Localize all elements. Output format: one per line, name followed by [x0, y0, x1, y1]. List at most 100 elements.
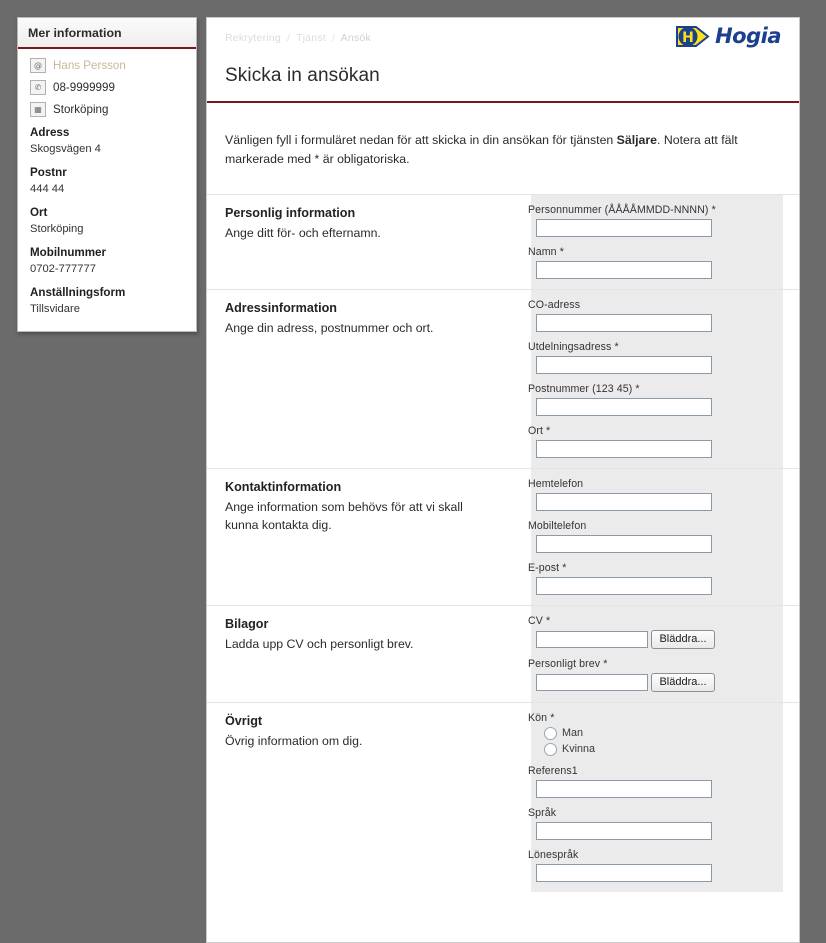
form-field: Personnummer (ÅÅÅÅMMDD-NNNN) * [528, 204, 799, 237]
radio-circle-icon[interactable] [544, 742, 557, 756]
form-section-desc: Ange information som behövs för att vi s… [225, 499, 463, 532]
form-section-desc: Ladda upp CV och personligt brev. [225, 636, 414, 651]
info-field: Postnr 444 44 [30, 165, 186, 197]
svg-text:H: H [682, 30, 694, 46]
radio-circle-icon[interactable] [544, 726, 557, 740]
info-field-label: Ort [30, 206, 48, 219]
intro-text: Vänligen fyll i formuläret nedan för att… [225, 115, 755, 181]
breadcrumb-item-rekrytering[interactable]: Rekrytering [225, 32, 281, 44]
text-input[interactable] [536, 218, 712, 237]
text-input[interactable] [536, 576, 712, 595]
contact-line: ▦ Storköping [30, 102, 186, 117]
breadcrumb-separator: / [287, 32, 291, 44]
form-section-title: Bilagor [225, 616, 269, 631]
text-input[interactable] [536, 863, 712, 882]
form-section: Bilagor Ladda upp CV och personligt brev.… [207, 604, 799, 702]
text-input[interactable] [536, 821, 712, 840]
field-label: Kön * [528, 711, 555, 724]
info-field-value: 444 44 [30, 183, 65, 195]
radio-option[interactable]: Man [544, 726, 799, 740]
form-field: Kön * Man Kvinna [528, 712, 799, 756]
info-field-label: Adress [30, 126, 70, 139]
field-label: Lönespråk [528, 848, 579, 861]
form-section-title: Adressinformation [225, 300, 337, 315]
form-section-fields: Personnummer (ÅÅÅÅMMDD-NNNN) * Namn * [512, 195, 799, 289]
text-input[interactable] [536, 397, 712, 416]
field-label: Mobiltelefon [528, 519, 587, 532]
radio-option[interactable]: Kvinna [544, 742, 799, 756]
field-label: Utdelningsadress * [528, 340, 619, 353]
phone-icon: ✆ [30, 80, 46, 95]
form-section-description: Kontaktinformation Ange information som b… [207, 469, 512, 605]
form-field: Utdelningsadress * [528, 341, 799, 374]
text-input[interactable] [536, 355, 712, 374]
info-field: Mobilnummer 0702-777777 [30, 245, 186, 277]
form-section-title: Kontaktinformation [225, 479, 342, 494]
info-field-value: Storköping [30, 223, 84, 235]
info-field-value: Tillsvidare [30, 303, 80, 315]
form-field: Personligt brev * Bläddra... [528, 658, 799, 692]
form-section-title: Personlig information [225, 205, 356, 220]
info-field: Ort Storköping [30, 205, 186, 237]
form-section-desc: Ange ditt för- och efternamn. [225, 225, 381, 240]
title-rule-divider [207, 101, 799, 103]
form-field: Språk [528, 807, 799, 840]
contact-value: Storköping [53, 103, 109, 116]
form-section-description: Bilagor Ladda upp CV och personligt brev. [207, 606, 512, 702]
form-section-fields: Hemtelefon Mobiltelefon E-post * [512, 469, 799, 605]
form-field: CV * Bläddra... [528, 615, 799, 649]
radio-label: Kvinna [562, 743, 596, 756]
form-field: E-post * [528, 562, 799, 595]
hogia-logo[interactable]: H Hogia [676, 23, 781, 50]
contact-line: @ Hans Persson [30, 58, 186, 73]
form-section-description: Adressinformation Ange din adress, postnu… [207, 290, 512, 468]
page-header: Rekrytering / Tjänst / Ansök H Hogia Ski… [207, 18, 799, 181]
field-label: Personnummer (ÅÅÅÅMMDD-NNNN) * [528, 203, 716, 216]
info-field-value: 0702-777777 [30, 263, 96, 275]
field-label: E-post * [528, 561, 567, 574]
browse-button[interactable]: Bläddra... [651, 629, 715, 649]
form-field: Postnummer (123 45) * [528, 383, 799, 416]
info-field-label: Anställningsform [30, 286, 126, 299]
info-field-label: Mobilnummer [30, 246, 107, 259]
text-input[interactable] [536, 492, 712, 511]
form-section: Adressinformation Ange din adress, postnu… [207, 288, 799, 468]
form-section-desc: Ange din adress, postnummer och ort. [225, 320, 434, 335]
intro-job-title: Säljare [616, 133, 658, 148]
hogia-logo-text: Hogia [715, 24, 781, 48]
more-information-panel-title: Mer information [18, 18, 196, 49]
info-field: Anställningsform Tillsvidare [30, 285, 186, 317]
breadcrumb-item-tjanst[interactable]: Tjänst [296, 32, 326, 44]
field-label: CO-adress [528, 298, 581, 311]
form-field: CO-adress [528, 299, 799, 332]
info-field: Adress Skogsvägen 4 [30, 125, 186, 157]
info-field-value: Skogsvägen 4 [30, 143, 101, 155]
form-section-description: Övrigt Övrig information om dig. [207, 703, 512, 892]
content-area: Rekrytering / Tjänst / Ansök H Hogia Ski… [207, 18, 799, 892]
form-field: Referens1 [528, 765, 799, 798]
form-field: Hemtelefon [528, 478, 799, 511]
field-label: Postnummer (123 45) * [528, 382, 640, 395]
form-section-fields: Kön * Man Kvinna Referens1 Språk Lönespråk [512, 703, 799, 892]
text-input[interactable] [536, 313, 712, 332]
contact-value: Hans Persson [53, 59, 126, 72]
form-section-description: Personlig information Ange ditt för- och … [207, 195, 512, 289]
field-label: Språk [528, 806, 557, 819]
field-label: Personligt brev * [528, 657, 608, 670]
field-label: Ort * [528, 424, 551, 437]
text-input[interactable] [536, 534, 712, 553]
breadcrumb-item-ansok[interactable]: Ansök [341, 32, 371, 44]
email-icon: @ [30, 58, 46, 73]
hogia-logo-mark-icon: H [676, 23, 710, 50]
text-input[interactable] [536, 260, 712, 279]
form-section-title: Övrigt [225, 713, 263, 728]
text-input[interactable] [536, 439, 712, 458]
intro-part1: Vänligen fyll i formuläret nedan för att… [225, 133, 617, 148]
application-window: Rekrytering / Tjänst / Ansök H Hogia Ski… [206, 17, 800, 943]
field-label: Referens1 [528, 764, 578, 777]
text-input[interactable] [536, 779, 712, 798]
contact-line: ✆ 08-9999999 [30, 80, 186, 95]
file-path-input[interactable] [536, 630, 648, 648]
file-path-input[interactable] [536, 673, 648, 691]
browse-button[interactable]: Bläddra... [651, 672, 715, 692]
